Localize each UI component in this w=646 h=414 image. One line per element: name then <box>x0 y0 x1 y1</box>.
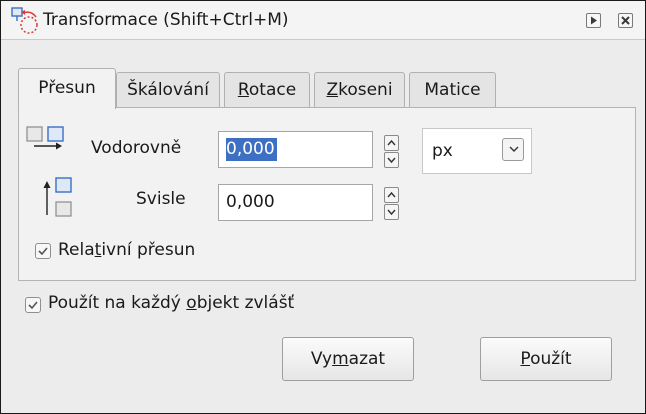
relative-move-label[interactable]: Relativní přesun <box>58 240 195 260</box>
vertical-input[interactable]: 0,000 <box>218 184 373 221</box>
window-title: Transformace (Shift+Ctrl+M) <box>43 10 289 30</box>
tab-label: Škálování <box>127 80 209 100</box>
chevron-down-icon[interactable] <box>502 138 524 161</box>
spin-up-icon[interactable] <box>384 135 399 151</box>
checkmark-icon <box>28 301 38 310</box>
tab-zkoseni[interactable]: Zkoseni <box>314 72 405 108</box>
tab-skalovani[interactable]: Škálování <box>116 72 220 108</box>
play-icon[interactable] <box>586 13 601 28</box>
horizontal-move-icon <box>26 126 64 150</box>
tab-label: Rotace <box>237 80 297 100</box>
tab-presun[interactable]: Přesun <box>18 68 116 109</box>
spin-down-icon[interactable] <box>384 204 399 220</box>
apply-button[interactable]: Použít <box>480 337 612 381</box>
relative-move-checkbox[interactable] <box>35 243 51 259</box>
clear-button[interactable]: Vymazat <box>282 337 414 381</box>
vertical-move-icon <box>43 177 72 217</box>
tab-label: Matice <box>424 80 481 100</box>
spin-down-icon[interactable] <box>384 152 399 168</box>
horizontal-value: 0,000 <box>226 138 277 161</box>
title-bar: Transformace (Shift+Ctrl+M) <box>1 1 645 40</box>
transform-icon <box>11 7 38 34</box>
apply-each-checkbox[interactable] <box>25 297 41 313</box>
vertical-label: Svisle <box>136 189 186 209</box>
tab-matice[interactable]: Matice <box>409 72 496 108</box>
horizontal-label: Vodorovně <box>91 138 182 158</box>
unit-value: px <box>432 141 453 161</box>
tab-label: Přesun <box>38 78 96 98</box>
tab-label: Zkoseni <box>326 80 393 100</box>
checkmark-icon <box>38 247 48 256</box>
transform-dialog: Transformace (Shift+Ctrl+M) Přesun Škálo… <box>0 0 646 414</box>
unit-select[interactable]: px <box>422 128 532 174</box>
close-icon[interactable] <box>618 13 633 28</box>
vertical-value: 0,000 <box>226 192 275 212</box>
tab-rotace[interactable]: Rotace <box>224 72 310 108</box>
horizontal-input[interactable]: 0,000 <box>218 131 373 168</box>
apply-each-label[interactable]: Použít na každý objekt zvlášť <box>48 293 294 313</box>
spin-up-icon[interactable] <box>384 187 399 203</box>
